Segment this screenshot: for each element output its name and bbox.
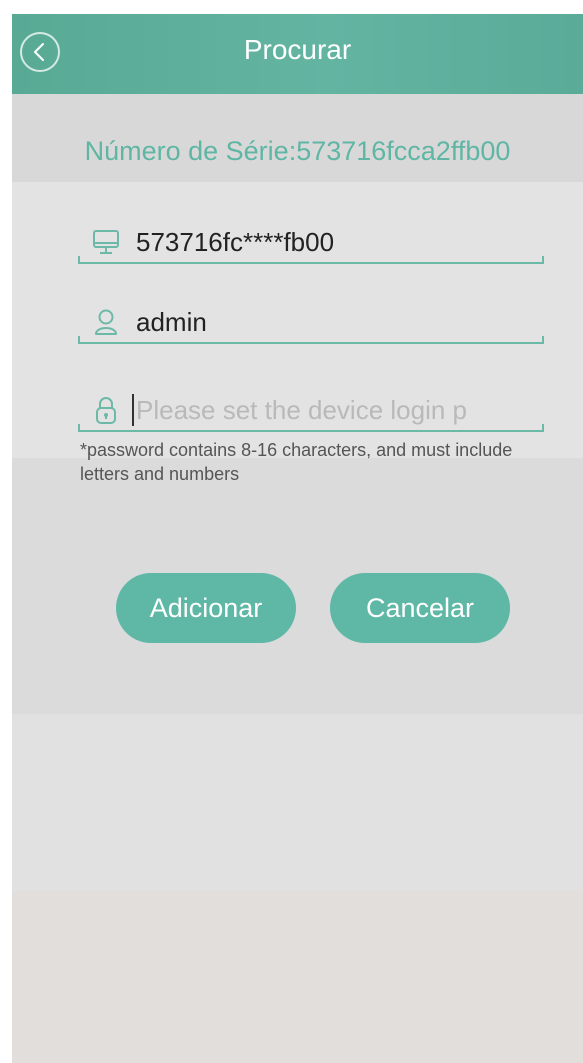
password-field[interactable]: Please set the device login p (78, 390, 544, 432)
lock-icon (90, 394, 122, 431)
device-id-field[interactable]: 573716fc****fb00 (78, 222, 544, 264)
footer-area (12, 891, 583, 1063)
user-icon (90, 306, 122, 343)
password-placeholder: Please set the device login p (136, 395, 467, 425)
password-hint: *password contains 8-16 characters, and … (80, 440, 513, 484)
back-button[interactable] (20, 32, 60, 72)
empty-area (12, 714, 583, 891)
chevron-left-icon (34, 43, 44, 61)
monitor-icon (90, 226, 122, 263)
add-button[interactable]: Adicionar (116, 573, 296, 643)
serial-number-label: Número de Série:573716fcca2ffb00 (84, 136, 511, 166)
password-underline (78, 430, 544, 432)
username-value: admin (136, 307, 207, 337)
cancel-button[interactable]: Cancelar (330, 573, 510, 643)
username-field[interactable]: admin (78, 302, 544, 344)
username-underline (78, 342, 544, 344)
device-id-underline (78, 262, 544, 264)
header-bar: Procurar (12, 14, 583, 94)
text-caret (132, 394, 134, 426)
page-title: Procurar (243, 34, 352, 65)
app-screen: Procurar Número de Série:573716fcca2ffb0… (12, 14, 583, 1063)
device-id-value: 573716fc****fb00 (136, 227, 335, 257)
